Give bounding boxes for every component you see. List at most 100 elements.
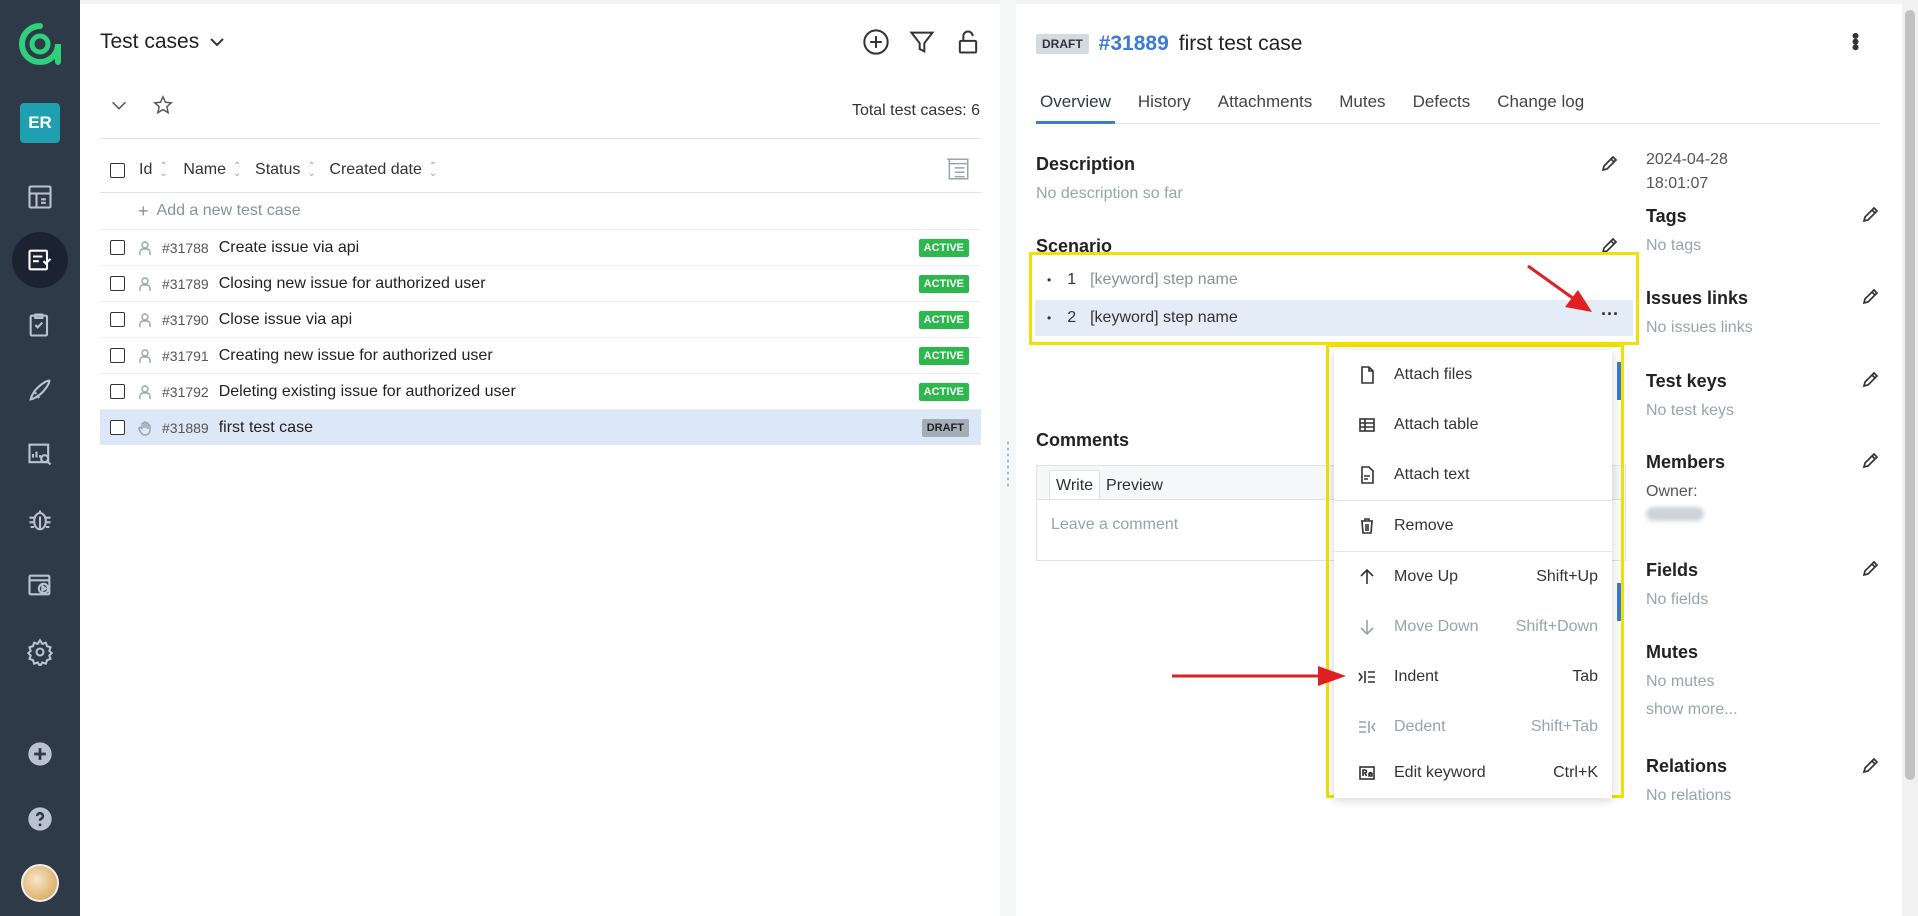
menu-item-dedent[interactable]: Dedent Shift+Tab — [1334, 702, 1612, 752]
keyword-icon — [1359, 766, 1375, 780]
row-checkbox[interactable] — [110, 420, 125, 435]
arrow-up-icon — [1360, 568, 1374, 584]
show-more-link[interactable]: show more... — [1646, 701, 1738, 719]
arrow-down-icon — [1360, 620, 1374, 636]
edit-pencil-icon[interactable] — [1861, 369, 1881, 389]
more-horizontal-icon[interactable]: ··· — [1601, 304, 1619, 325]
tab-preview[interactable]: Preview — [1100, 471, 1169, 499]
table-icon — [1359, 418, 1375, 432]
issues-links-section: Issues links No issues links — [1646, 288, 1753, 336]
add-test-case-placeholder: Add a new test case — [156, 202, 301, 219]
file-icon — [1361, 366, 1374, 384]
column-id[interactable]: Id ⌃ ⌄ — [139, 161, 169, 179]
row-checkbox[interactable] — [110, 384, 125, 399]
row-id: #31791 — [162, 347, 209, 364]
tab-write[interactable]: Write — [1049, 470, 1101, 499]
edit-pencil-icon[interactable] — [1861, 450, 1881, 470]
dedent-icon — [1359, 721, 1376, 733]
text-file-icon — [1361, 466, 1374, 484]
select-all-checkbox[interactable] — [110, 162, 125, 178]
test-cases-panel: Test cases Total test cases: 6 Id ⌃ ⌄ Name… — [80, 0, 1000, 916]
menu-item-attach-files[interactable]: Attach files — [1334, 350, 1612, 400]
column-name[interactable]: Name ⌃ ⌄ — [183, 161, 243, 179]
launches-icon[interactable] — [20, 370, 60, 410]
menu-item-edit-keyword[interactable]: Edit keyword Ctrl+K — [1334, 748, 1612, 798]
test-keys-section: Test keys No test keys — [1646, 371, 1735, 419]
description-empty: No description so far — [1036, 185, 1183, 202]
tab-history[interactable]: History — [1134, 90, 1195, 124]
add-icon[interactable] — [20, 734, 60, 774]
tab-overview[interactable]: Overview — [1036, 90, 1115, 124]
add-test-case-row[interactable]: + Add a new test case — [100, 193, 981, 229]
table-row[interactable]: #31789 Closing new issue for authorized … — [100, 265, 981, 301]
scenario-step[interactable]: • 1 [keyword] step name — [1035, 262, 1633, 298]
table-row[interactable]: #31788 Create issue via api ACTIVE — [100, 229, 981, 265]
automated-icon — [139, 312, 151, 327]
automated-icon — [139, 384, 151, 399]
settings-icon[interactable] — [20, 632, 60, 672]
menu-item-attach-table[interactable]: Attach table — [1334, 400, 1612, 450]
edit-pencil-icon[interactable] — [1861, 204, 1881, 224]
list-title-dropdown[interactable]: Test cases — [100, 30, 227, 54]
edit-pencil-icon[interactable] — [1861, 286, 1881, 306]
manual-hand-icon — [138, 420, 151, 436]
more-vertical-icon[interactable]: ••• — [1842, 32, 1868, 49]
user-initials-avatar[interactable]: ER — [20, 103, 60, 143]
test-case-number[interactable]: #31889 — [1099, 32, 1169, 56]
column-status[interactable]: Status ⌃ ⌄ — [255, 161, 317, 179]
user-avatar[interactable] — [21, 864, 59, 902]
edit-pencil-icon[interactable] — [1861, 755, 1881, 775]
unlock-icon[interactable] — [954, 28, 982, 56]
table-row-selected[interactable]: #31889 first test case DRAFT — [100, 409, 981, 445]
menu-item-remove[interactable]: Remove — [1334, 501, 1612, 551]
scenario-step-selected[interactable]: • 2 [keyword] step name ··· — [1035, 300, 1633, 336]
column-created-date[interactable]: Created date ⌃ ⌄ — [329, 161, 439, 179]
members-section: Members Owner: — [1646, 452, 1725, 521]
page-scrollbar[interactable] — [1902, 0, 1918, 916]
row-checkbox[interactable] — [110, 276, 125, 291]
menu-item-move-up[interactable]: Move Up Shift+Up — [1334, 552, 1612, 602]
row-checkbox[interactable] — [110, 348, 125, 363]
created-datetime: 2024-04-28 18:01:07 — [1646, 151, 1728, 192]
row-name: Create issue via api — [218, 238, 360, 256]
table-row[interactable]: #31790 Close issue via api ACTIVE — [100, 301, 981, 337]
tab-defects[interactable]: Defects — [1409, 90, 1475, 124]
columns-settings-icon[interactable] — [945, 156, 971, 182]
defects-icon[interactable] — [20, 500, 60, 540]
panel-resize-handle[interactable] — [1000, 0, 1016, 916]
star-icon[interactable] — [152, 94, 174, 116]
row-name: Close issue via api — [218, 310, 353, 328]
menu-item-indent[interactable]: Indent Tab — [1334, 652, 1612, 702]
test-plans-icon[interactable] — [20, 305, 60, 345]
trash-icon — [1361, 518, 1373, 534]
dashboard-icon[interactable] — [20, 177, 60, 217]
automated-icon — [139, 348, 151, 363]
mutes-section: Mutes No mutes show more... — [1646, 642, 1738, 719]
tab-attachments[interactable]: Attachments — [1214, 90, 1317, 124]
analytics-icon[interactable] — [20, 434, 60, 474]
chevron-down-icon[interactable] — [108, 94, 130, 116]
table-row[interactable]: #31792 Deleting existing issue for autho… — [100, 373, 981, 409]
filter-icon[interactable] — [908, 28, 936, 56]
automated-icon — [139, 240, 151, 255]
menu-item-move-down[interactable]: Move Down Shift+Down — [1334, 602, 1612, 652]
table-header: Id ⌃ ⌄ Name ⌃ ⌄ Status ⌃ ⌄ Created date ⌃ ⌄ — [100, 152, 981, 188]
status-badge: ACTIVE — [918, 383, 969, 401]
tab-change-log[interactable]: Change log — [1493, 90, 1588, 124]
edit-pencil-icon[interactable] — [1600, 153, 1620, 173]
table-row[interactable]: #31791 Creating new issue for authorized… — [100, 337, 981, 373]
row-name: Closing new issue for authorized user — [218, 274, 486, 292]
sidebar-nav: ER — [0, 0, 80, 916]
total-count: Total test cases: 6 — [851, 102, 980, 119]
tab-mutes[interactable]: Mutes — [1335, 90, 1389, 124]
tags-section: Tags No tags — [1646, 206, 1702, 254]
add-circle-icon[interactable] — [862, 28, 890, 56]
row-checkbox[interactable] — [110, 240, 125, 255]
menu-item-attach-text[interactable]: Attach text — [1334, 450, 1612, 500]
test-cases-icon[interactable] — [12, 232, 68, 288]
edit-pencil-icon[interactable] — [1861, 558, 1881, 578]
help-icon[interactable] — [20, 799, 60, 839]
logo-icon[interactable] — [18, 22, 62, 66]
jobs-icon[interactable] — [20, 565, 60, 605]
row-checkbox[interactable] — [110, 312, 125, 327]
